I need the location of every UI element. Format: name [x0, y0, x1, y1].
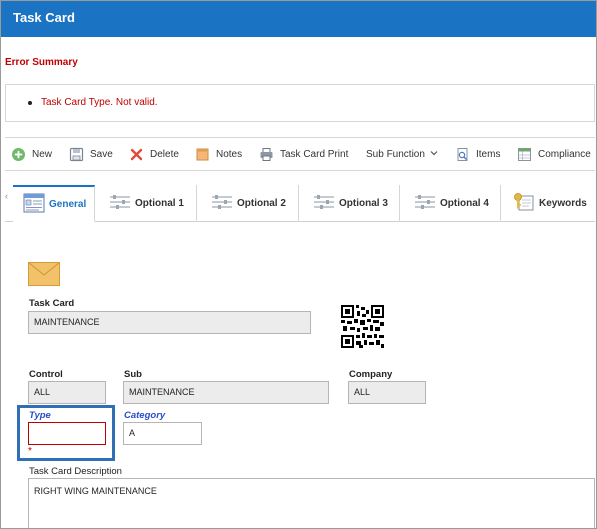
sliders-icon	[313, 194, 335, 213]
error-bullet	[28, 101, 32, 105]
tab-optional-1[interactable]: Optional 1	[95, 185, 197, 222]
control-field[interactable]: ALL	[28, 381, 106, 404]
save-label: Save	[90, 148, 113, 160]
notes-button[interactable]: Notes	[195, 138, 242, 170]
category-label[interactable]: Category	[124, 410, 165, 421]
toolbar: New Save Delete Notes Task Card Print Su…	[5, 137, 595, 171]
control-label: Control	[29, 369, 63, 380]
tab-general[interactable]: General	[13, 185, 95, 222]
task-card-print-button[interactable]: Task Card Print	[259, 138, 348, 170]
tab-bar: ‹ General Optional 1 Optional 2 Optional…	[5, 185, 595, 222]
error-summary-box: Task Card Type. Not valid.	[5, 84, 595, 122]
qr-code-icon	[341, 305, 384, 348]
envelope-icon[interactable]	[28, 262, 60, 286]
tab-keywords-label: Keywords	[539, 198, 587, 209]
delete-button[interactable]: Delete	[129, 138, 179, 170]
window-title: Task Card	[13, 10, 75, 25]
compliance-button[interactable]: Compliance	[517, 138, 591, 170]
printer-icon	[259, 147, 274, 162]
error-message: Task Card Type. Not valid.	[41, 97, 158, 108]
task-card-field[interactable]: MAINTENANCE	[28, 311, 311, 334]
tab-optional-4-label: Optional 4	[440, 198, 489, 209]
sub-field[interactable]: MAINTENANCE	[123, 381, 329, 404]
new-label: New	[32, 148, 53, 160]
title-bar: Task Card	[1, 1, 596, 37]
form-icon	[23, 193, 45, 216]
tab-optional-3[interactable]: Optional 3	[299, 185, 400, 222]
tab-optional-1-label: Optional 1	[135, 198, 184, 209]
type-field[interactable]	[28, 422, 106, 445]
task-card-window: Task Card Error Summary Task Card Type. …	[0, 0, 597, 529]
compliance-label: Compliance	[538, 148, 591, 160]
description-label: Task Card Description	[29, 466, 122, 477]
sub-function-dropdown[interactable]: Sub Function	[366, 138, 438, 170]
notes-label: Notes	[216, 148, 243, 160]
notes-icon	[195, 147, 210, 162]
save-button[interactable]: Save	[69, 138, 113, 170]
error-summary-title: Error Summary	[5, 57, 78, 68]
tab-keywords[interactable]: Keywords	[501, 185, 595, 222]
items-button[interactable]: Items	[455, 138, 500, 170]
required-marker: *	[28, 446, 32, 457]
company-label: Company	[349, 369, 393, 380]
sliders-icon	[109, 194, 131, 213]
tab-optional-3-label: Optional 3	[339, 198, 388, 209]
type-label[interactable]: Type	[29, 410, 51, 421]
company-field[interactable]: ALL	[348, 381, 426, 404]
sub-label: Sub	[124, 369, 142, 380]
description-textarea[interactable]: RIGHT WING MAINTENANCE	[28, 478, 595, 528]
save-icon	[69, 147, 84, 162]
delete-label: Delete	[150, 148, 179, 160]
sub-function-label: Sub Function	[366, 148, 425, 160]
tab-optional-4[interactable]: Optional 4	[400, 185, 501, 222]
plus-circle-icon	[11, 147, 26, 162]
tab-optional-2-label: Optional 2	[237, 198, 286, 209]
task-card-label: Task Card	[29, 298, 75, 309]
items-icon	[455, 147, 470, 162]
delete-x-icon	[129, 147, 144, 162]
compliance-icon	[517, 147, 532, 162]
items-label: Items	[476, 148, 501, 160]
chevron-down-icon	[430, 149, 438, 160]
key-icon	[513, 192, 535, 215]
tab-general-label: General	[49, 198, 87, 210]
task-card-print-label: Task Card Print	[280, 148, 349, 160]
sliders-icon	[211, 194, 233, 213]
new-button[interactable]: New	[11, 138, 52, 170]
sliders-icon	[414, 194, 436, 213]
category-field[interactable]: A	[123, 422, 202, 445]
tab-optional-2[interactable]: Optional 2	[197, 185, 299, 222]
